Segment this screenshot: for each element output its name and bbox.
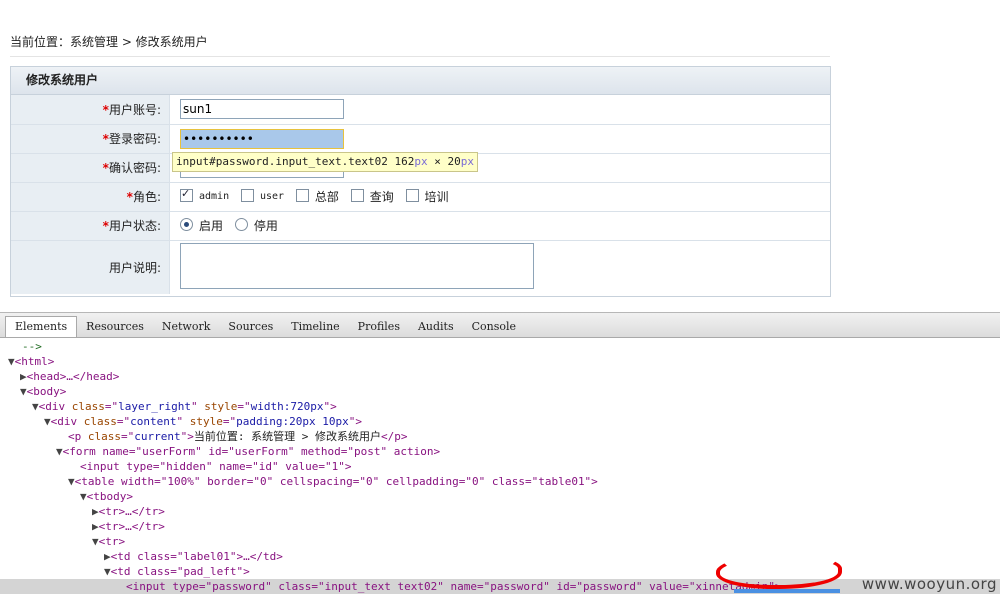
account-label: *用户账号: (11, 95, 170, 125)
form-row-account: *用户账号: (11, 95, 830, 125)
tab-profiles[interactable]: Profiles (349, 315, 409, 339)
role-admin-label: admin (199, 191, 230, 202)
dom-line[interactable]: <input type="hidden" name="id" value="1"… (80, 459, 352, 474)
dom-line[interactable]: ▶<head>…</head> (20, 369, 119, 384)
tab-resources[interactable]: Resources (77, 315, 153, 339)
role-user-label: user (259, 191, 285, 202)
breadcrumb: 当前位置：系统管理 > 修改系统用户 (10, 35, 208, 49)
dom-line[interactable]: ▼<form name="userForm" id="userForm" met… (56, 444, 440, 459)
role-user-checkbox[interactable] (240, 189, 254, 202)
password-input[interactable] (180, 128, 344, 149)
status-disabled-label: 停用 (253, 219, 278, 233)
breadcrumb-divider (10, 56, 830, 57)
dom-line[interactable]: ▼<table width="100%" border="0" cellspac… (68, 474, 598, 489)
account-input[interactable] (180, 99, 344, 120)
form-row-role: *角色: admin user 总部 查询 培训 (11, 182, 830, 212)
edit-user-panel: 修改系统用户 *用户账号: *登录密码: *确认密码: *角色: admin u… (10, 66, 831, 297)
desc-label: 用户说明: (11, 240, 170, 294)
dom-line[interactable]: ▼<body> (20, 384, 66, 399)
role-admin-checkbox[interactable] (180, 187, 193, 202)
dom-line-selected[interactable]: <input type="password" class="input_text… (0, 579, 1000, 594)
selection-highlight (734, 589, 840, 593)
role-hq-checkbox[interactable] (295, 189, 309, 202)
dom-line[interactable]: ▼<td class="pad_left"> (104, 564, 250, 579)
status-enabled-label: 启用 (199, 219, 224, 233)
role-query-checkbox[interactable] (350, 189, 364, 202)
panel-title: 修改系统用户 (11, 67, 830, 95)
tab-network[interactable]: Network (153, 315, 220, 339)
dom-line[interactable]: <p class="current">当前位置: 系统管理 > 修改系统用户</… (68, 429, 407, 444)
form-row-desc: 用户说明: (11, 240, 830, 294)
tab-sources[interactable]: Sources (219, 315, 282, 339)
devtools-tabbar: Elements Resources Network Sources Timeline P… (0, 313, 1000, 338)
password-label: *登录密码: (11, 124, 170, 154)
tab-audits[interactable]: Audits (409, 315, 463, 339)
devtools-panel: Elements Resources Network Sources Timeline P… (0, 312, 1000, 596)
dom-line[interactable]: ▼<tbody> (80, 489, 133, 504)
red-annotation-circle (716, 555, 842, 589)
description-textarea[interactable] (180, 242, 534, 289)
webpage-area: 当前位置：系统管理 > 修改系统用户 修改系统用户 *用户账号: *登录密码: … (0, 0, 1000, 312)
role-label: *角色: (11, 182, 170, 212)
user-form-table: *用户账号: *登录密码: *确认密码: *角色: admin user 总部 … (11, 95, 830, 294)
dom-line[interactable]: ▶<tr>…</tr> (92, 504, 165, 519)
form-row-password: *登录密码: (11, 124, 830, 154)
tab-console[interactable]: Console (463, 315, 525, 339)
dom-line[interactable]: ▶<td class="label01">…</td> (104, 549, 283, 564)
dom-line[interactable]: ▼<div class="layer_right" style="width:7… (32, 399, 337, 414)
dom-line: --> (22, 340, 42, 353)
role-training-label: 培训 (424, 190, 449, 204)
watermark: www.wooyun.org (861, 575, 997, 593)
role-training-checkbox[interactable] (405, 189, 419, 202)
dom-line[interactable]: ▼<tr> (92, 534, 125, 549)
confirm-label: *确认密码: (11, 153, 170, 183)
tab-timeline[interactable]: Timeline (282, 315, 348, 339)
inspect-tooltip: input#password.input_text.text02 162px ×… (172, 152, 479, 172)
role-options: admin user 总部 查询 培训 (169, 182, 830, 212)
dom-line[interactable]: ▶<tr>…</tr> (92, 519, 165, 534)
dom-line[interactable]: ▼<html> (8, 354, 54, 369)
form-row-status: *用户状态: 启用 停用 (11, 211, 830, 241)
role-hq-label: 总部 (314, 190, 339, 204)
role-query-label: 查询 (369, 190, 394, 204)
dom-line[interactable]: ▼<div class="content" style="padding:20p… (44, 414, 362, 429)
status-options: 启用 停用 (169, 211, 830, 241)
status-disabled-radio[interactable] (234, 218, 248, 231)
status-label: *用户状态: (11, 211, 170, 241)
status-enabled-radio[interactable] (180, 218, 193, 231)
tab-elements[interactable]: Elements (5, 316, 78, 337)
